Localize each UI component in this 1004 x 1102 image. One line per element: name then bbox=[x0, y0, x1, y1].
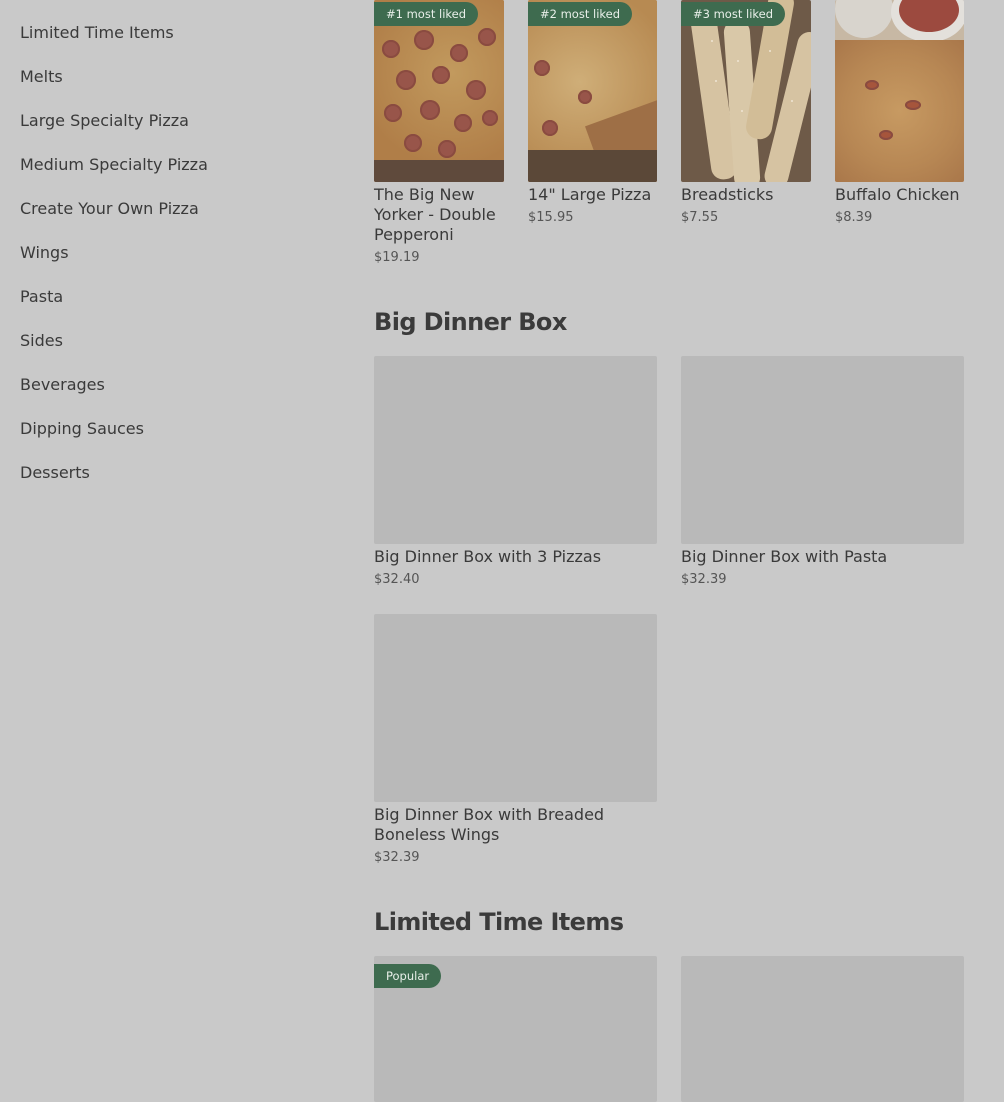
menu-item-card[interactable]: Popular bbox=[374, 956, 657, 1102]
sidebar-item-dipping-sauces[interactable]: Dipping Sauces bbox=[20, 419, 144, 439]
most-liked-badge: #3 most liked bbox=[681, 2, 786, 26]
menu-item-card[interactable]: Big Dinner Box with Pasta $32.39 bbox=[681, 356, 964, 592]
card-name: Big Dinner Box with 3 Pizzas bbox=[374, 547, 657, 567]
menu-item-card[interactable]: Big Dinner Box with Breaded Boneless Win… bbox=[374, 614, 657, 870]
sidebar-item-medium-specialty-pizza[interactable]: Medium Specialty Pizza bbox=[20, 155, 208, 175]
card-name: Big Dinner Box with Pasta bbox=[681, 547, 964, 567]
card-name: Big Dinner Box with Breaded Boneless Win… bbox=[374, 805, 657, 845]
card-name-line: Big Dinner Box with Pasta bbox=[681, 547, 888, 566]
card-price: $7.55 bbox=[681, 210, 719, 225]
item-image-placeholder bbox=[374, 614, 657, 802]
card-name-line: Breadsticks bbox=[681, 185, 774, 204]
menu-page: Limited Time Items Melts Large Specialty… bbox=[0, 0, 1004, 1102]
card-price: $32.39 bbox=[374, 850, 420, 865]
card-price: $32.39 bbox=[681, 572, 727, 587]
sidebar-item-beverages[interactable]: Beverages bbox=[20, 375, 105, 395]
card-name-line: Buffalo Chicken bbox=[835, 185, 960, 204]
sidebar-item-wings[interactable]: Wings bbox=[20, 243, 69, 263]
item-image-placeholder bbox=[681, 956, 964, 1102]
most-liked-card[interactable]: #3 most liked Breadsticks $7.55 bbox=[681, 0, 811, 230]
menu-item-card[interactable]: Big Dinner Box with 3 Pizzas $32.40 bbox=[374, 356, 657, 592]
card-price: $19.19 bbox=[374, 250, 420, 265]
breadsticks-image bbox=[681, 0, 811, 182]
sidebar-item-create-your-own-pizza[interactable]: Create Your Own Pizza bbox=[20, 199, 199, 219]
most-liked-badge: #2 most liked bbox=[528, 2, 633, 26]
section-title: Big Dinner Box bbox=[374, 308, 567, 336]
item-image-placeholder bbox=[374, 356, 657, 544]
cheese-pizza-image bbox=[528, 0, 657, 182]
section-title: Limited Time Items bbox=[374, 908, 624, 936]
card-price: $8.39 bbox=[835, 210, 873, 225]
pepperoni-pizza-image bbox=[374, 0, 504, 182]
sidebar-item-large-specialty-pizza[interactable]: Large Specialty Pizza bbox=[20, 111, 189, 131]
card-name: The Big New Yorker - Double Pepperoni bbox=[374, 185, 504, 245]
sidebar-item-melts[interactable]: Melts bbox=[20, 67, 63, 87]
card-name-line: The Big New bbox=[374, 185, 475, 204]
card-price: $32.40 bbox=[374, 572, 420, 587]
popular-badge: Popular bbox=[374, 964, 442, 988]
card-name-line: Big Dinner Box with Breaded bbox=[374, 805, 605, 824]
card-name: Breadsticks bbox=[681, 185, 811, 205]
card-name-line: Pepperoni bbox=[374, 225, 454, 244]
card-price: $15.95 bbox=[528, 210, 574, 225]
card-name: Buffalo Chicken bbox=[835, 185, 965, 205]
most-liked-card[interactable]: #1 most liked The Big New Yorker - Doubl… bbox=[374, 0, 504, 270]
sidebar-item-limited-time-items[interactable]: Limited Time Items bbox=[20, 23, 174, 43]
menu-item-card[interactable] bbox=[681, 956, 964, 1102]
sidebar-item-pasta[interactable]: Pasta bbox=[20, 287, 63, 307]
buffalo-chicken-image bbox=[835, 0, 964, 182]
sidebar-item-sides[interactable]: Sides bbox=[20, 331, 63, 351]
most-liked-card[interactable]: #2 most liked 14" Large Pizza $15.95 bbox=[528, 0, 657, 230]
most-liked-card[interactable]: Buffalo Chicken $8.39 bbox=[835, 0, 965, 230]
item-image-placeholder bbox=[681, 356, 964, 544]
card-name-line: 14" Large Pizza bbox=[528, 185, 652, 204]
card-name: 14" Large Pizza bbox=[528, 185, 657, 205]
most-liked-badge: #1 most liked bbox=[374, 2, 479, 26]
card-name-line: Boneless Wings bbox=[374, 825, 500, 844]
sidebar-item-desserts[interactable]: Desserts bbox=[20, 463, 90, 483]
card-name-line: Yorker - Double bbox=[374, 205, 496, 224]
card-name-line: Big Dinner Box with 3 Pizzas bbox=[374, 547, 602, 566]
